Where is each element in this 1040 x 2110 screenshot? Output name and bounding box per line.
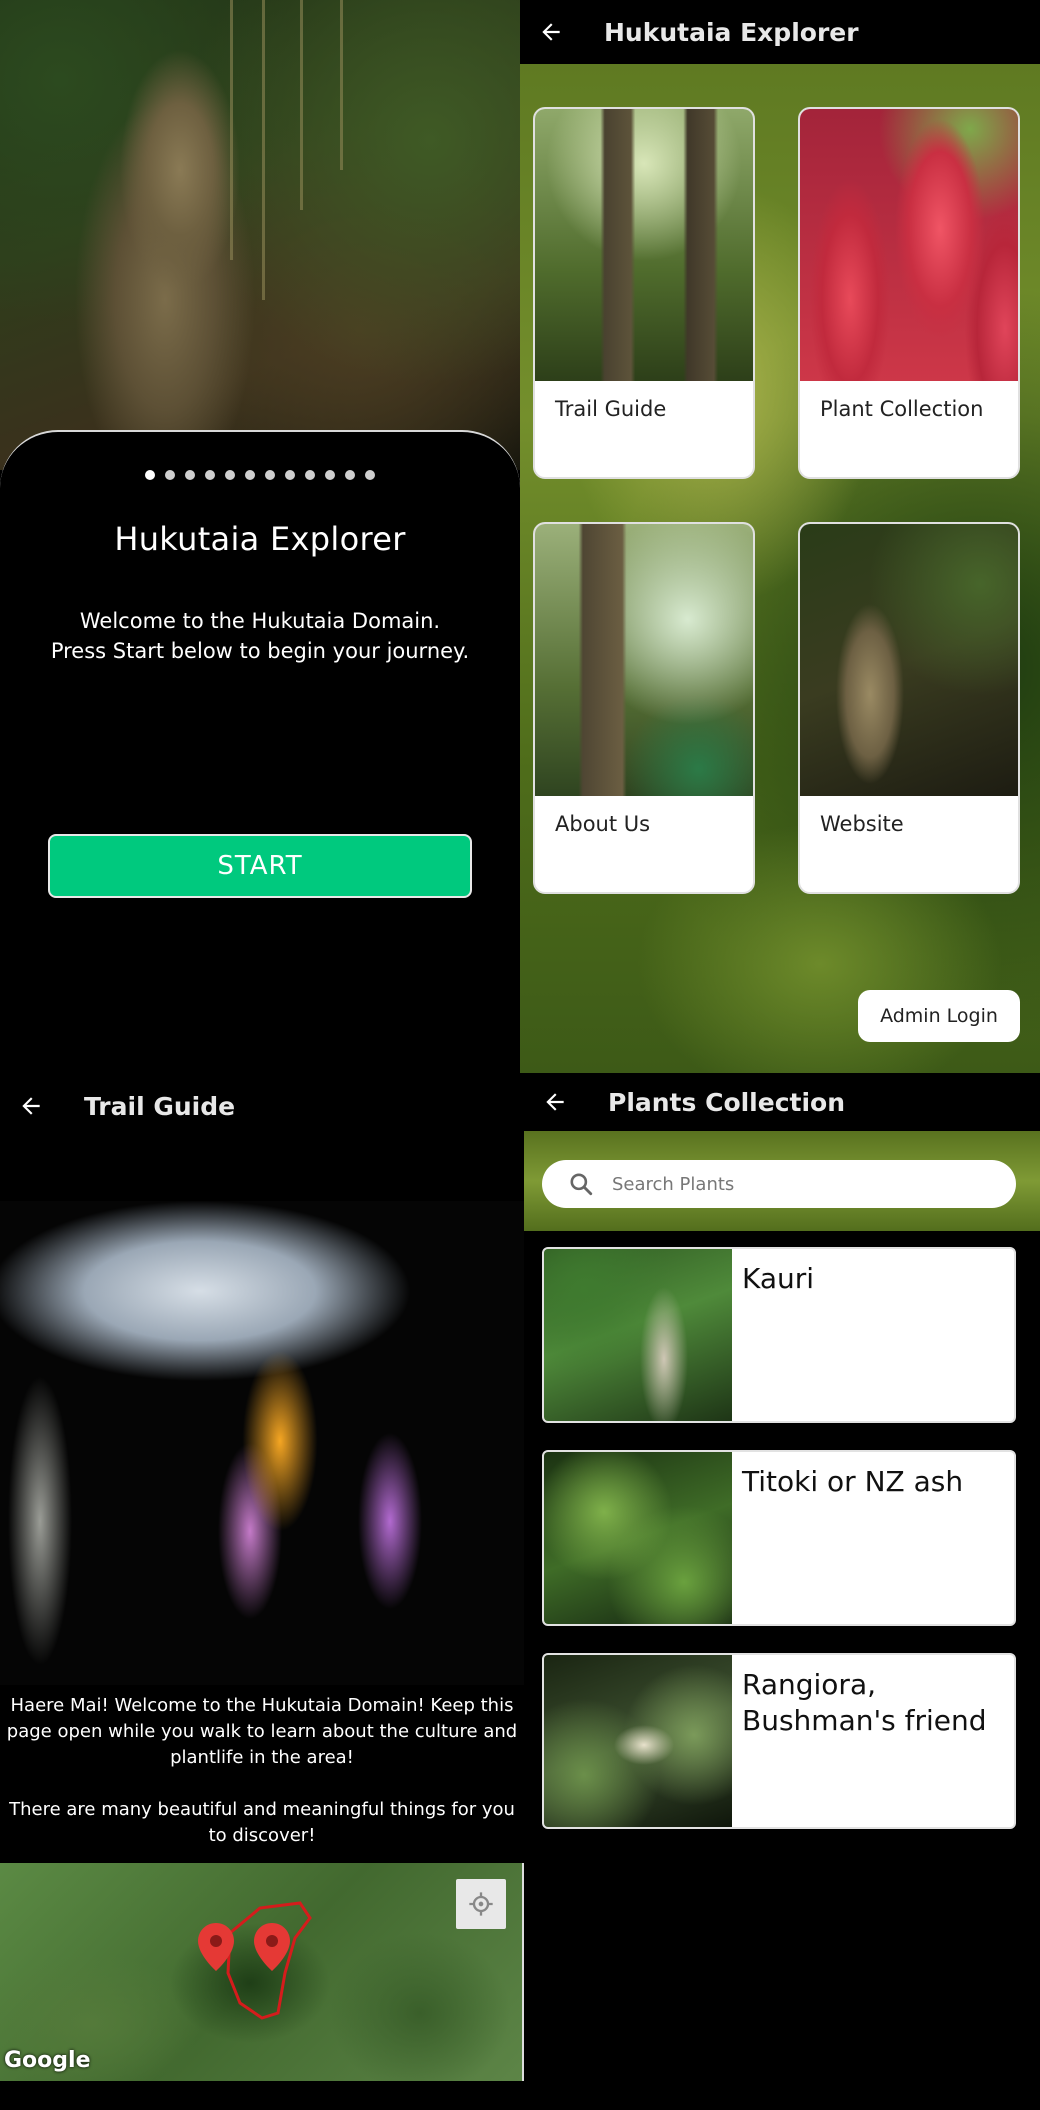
page-dot[interactable] xyxy=(365,470,375,480)
onboarding-screen: Hukutaia Explorer Welcome to the Hukutai… xyxy=(0,0,520,1073)
trail-message: Haere Mai! Welcome to the Hukutaia Domai… xyxy=(0,1693,524,1849)
trail-discover-text: There are many beautiful and meaningful … xyxy=(9,1799,515,1846)
hero-image-carving xyxy=(0,0,520,470)
page-dot[interactable] xyxy=(245,470,255,480)
back-arrow-icon[interactable] xyxy=(542,1089,568,1115)
menu-title: Hukutaia Explorer xyxy=(604,17,859,47)
page-dot[interactable] xyxy=(305,470,315,480)
page-dot[interactable] xyxy=(185,470,195,480)
plant-image xyxy=(544,1655,732,1827)
trail-welcome-text: Haere Mai! Welcome to the Hukutaia Domai… xyxy=(6,1695,518,1768)
back-arrow-icon[interactable] xyxy=(538,19,564,45)
plant-card-titoki[interactable]: Titoki or NZ ash xyxy=(542,1450,1016,1626)
start-button[interactable]: START xyxy=(48,834,472,898)
my-location-button[interactable] xyxy=(456,1879,506,1929)
page-indicator xyxy=(0,470,520,480)
onboarding-message-line: Welcome to the Hukutaia Domain. xyxy=(79,609,441,633)
back-arrow-icon[interactable] xyxy=(18,1093,44,1119)
plants-app-bar: Plants Collection xyxy=(524,1073,1040,1131)
tile-label: About Us xyxy=(555,812,651,836)
about-us-image xyxy=(535,524,753,796)
tile-label: Website xyxy=(820,812,904,836)
search-bar[interactable] xyxy=(542,1160,1016,1208)
page-dot[interactable] xyxy=(205,470,215,480)
plants-collection-screen: Plants Collection Kauri Titoki or NZ ash… xyxy=(524,1073,1040,2110)
search-input[interactable] xyxy=(610,1172,994,1196)
page-dot[interactable] xyxy=(325,470,335,480)
trail-map[interactable]: Google xyxy=(0,1863,524,2081)
trail-guide-screen: Trail Guide Haere Mai! Welcome to the Hu… xyxy=(0,1073,524,2110)
onboarding-message-line: Press Start below to begin your journey. xyxy=(50,639,470,663)
page-dot[interactable] xyxy=(265,470,275,480)
tile-label: Plant Collection xyxy=(820,397,984,421)
search-icon xyxy=(570,1173,593,1196)
website-image xyxy=(800,524,1018,796)
onboarding-message: Welcome to the Hukutaia Domain. Press St… xyxy=(30,606,490,666)
menu-app-bar: Hukutaia Explorer xyxy=(520,0,1040,64)
map-marker-icon[interactable] xyxy=(254,1923,290,1971)
plant-collection-tile[interactable]: Plant Collection xyxy=(798,107,1020,479)
tile-label: Trail Guide xyxy=(555,397,667,421)
plant-collection-image xyxy=(800,109,1018,381)
trail-guide-image xyxy=(535,109,753,381)
onboarding-title: Hukutaia Explorer xyxy=(114,520,406,558)
menu-screen: Hukutaia Explorer Trail Guide Plant Coll… xyxy=(520,0,1040,1073)
flower-image xyxy=(0,1201,524,1685)
trail-guide-tile[interactable]: Trail Guide xyxy=(533,107,755,479)
page-dot[interactable] xyxy=(145,470,155,480)
plant-image xyxy=(544,1452,732,1624)
crosshair-icon xyxy=(469,1892,493,1916)
plant-card-rangiora[interactable]: Rangiora, Bushman's friend xyxy=(542,1653,1016,1829)
admin-login-button[interactable]: Admin Login xyxy=(858,990,1020,1042)
page-dot[interactable] xyxy=(345,470,355,480)
plant-card-kauri[interactable]: Kauri xyxy=(542,1247,1016,1423)
plants-title: Plants Collection xyxy=(608,1087,846,1117)
page-dot[interactable] xyxy=(165,470,175,480)
plant-name: Kauri xyxy=(742,1262,815,1295)
google-logo: Google xyxy=(4,2048,91,2073)
website-tile[interactable]: Website xyxy=(798,522,1020,894)
plant-name: Titoki or NZ ash xyxy=(742,1465,964,1498)
trail-app-bar: Trail Guide xyxy=(0,1077,524,1135)
page-dot[interactable] xyxy=(285,470,295,480)
about-us-tile[interactable]: About Us xyxy=(533,522,755,894)
plant-image xyxy=(544,1249,732,1421)
plant-name: Rangiora, Bushman's friend xyxy=(742,1668,987,1737)
trail-title: Trail Guide xyxy=(84,1091,236,1121)
page-dot[interactable] xyxy=(225,470,235,480)
